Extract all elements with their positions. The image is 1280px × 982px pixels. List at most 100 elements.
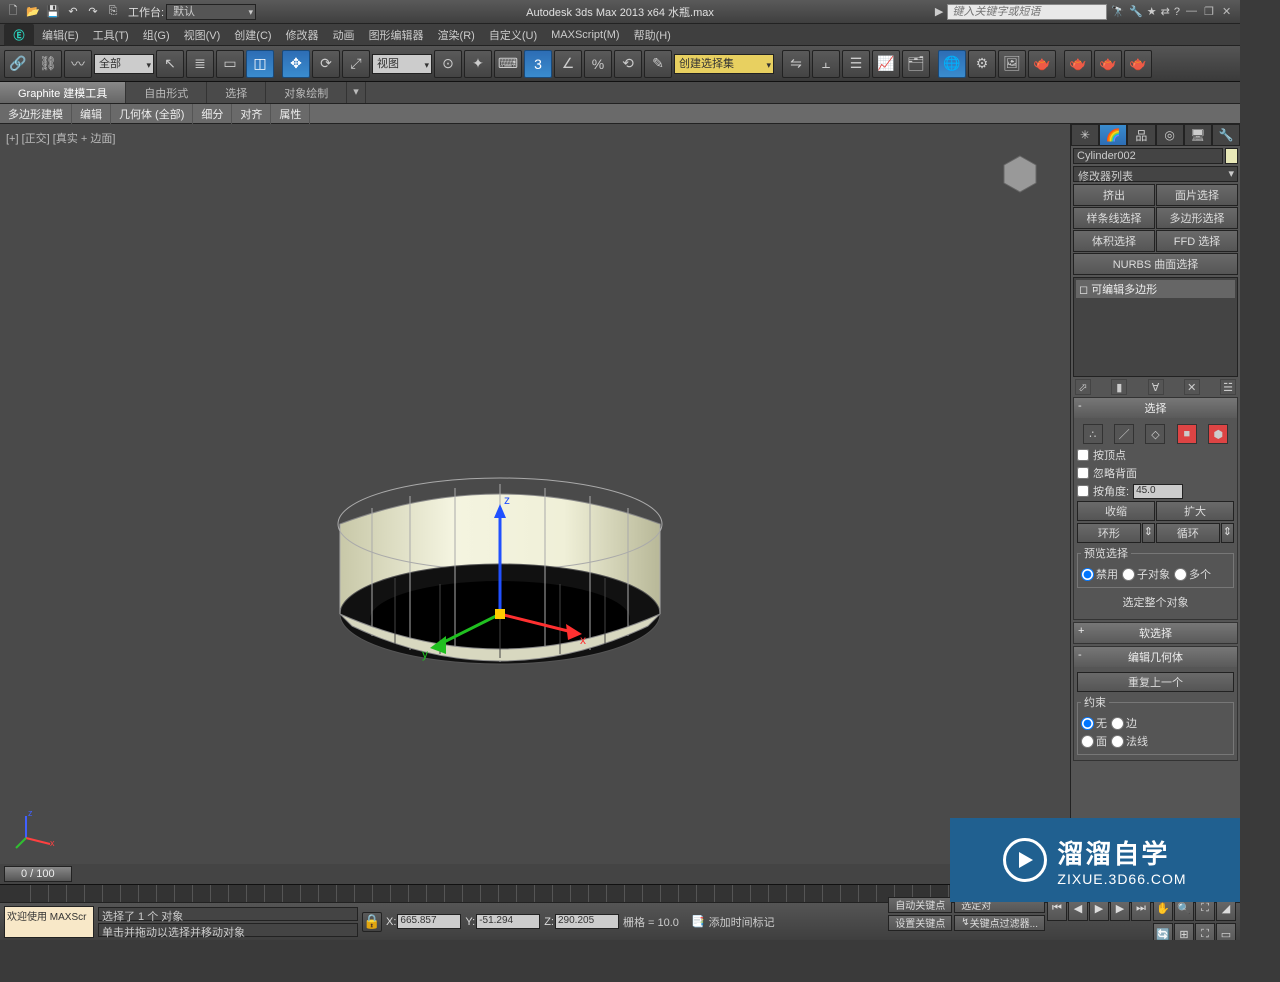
radio-disable[interactable]: 禁用 [1081, 566, 1118, 582]
edit-named-sel-icon[interactable]: ✎ [644, 50, 672, 78]
btn-spline-select[interactable]: 样条线选择 [1073, 207, 1155, 229]
remove-modifier-icon[interactable]: ✕ [1184, 379, 1200, 395]
coord-y-value[interactable]: -51.294 [476, 914, 540, 929]
object-color-swatch[interactable] [1225, 148, 1238, 164]
configure-sets-icon[interactable]: ☱ [1220, 379, 1236, 395]
wrench-icon[interactable]: 🔧 [1129, 5, 1143, 18]
time-tag-icon[interactable]: 📑 [691, 915, 705, 928]
radio-constraint-none[interactable]: 无 [1081, 715, 1107, 731]
close-icon[interactable]: ✕ [1222, 5, 1236, 19]
play-icon[interactable]: ▶ [935, 5, 943, 18]
time-slider[interactable]: 0 / 100 [0, 864, 1070, 884]
exchange-icon[interactable]: ⇄ [1161, 5, 1170, 18]
teapot-quick-icon[interactable]: 🫖 [1094, 50, 1122, 78]
menu-animation[interactable]: 动画 [327, 25, 361, 45]
radio-subobj[interactable]: 子对象 [1122, 566, 1170, 582]
lock-selection-icon[interactable]: 🔒 [362, 912, 382, 932]
time-slider-knob[interactable]: 0 / 100 [4, 866, 72, 882]
snap-toggle-icon[interactable]: 3 [524, 50, 552, 78]
teapot-render-icon[interactable]: 🫖 [1064, 50, 1092, 78]
menu-group[interactable]: 组(G) [137, 25, 176, 45]
select-region-icon[interactable]: ▭ [216, 50, 244, 78]
tab-utilities-icon[interactable]: 🔧 [1212, 124, 1240, 146]
rollout-soft-header[interactable]: +软选择 [1074, 623, 1237, 643]
align-icon[interactable]: ⫠ [812, 50, 840, 78]
link-tool-icon[interactable]: 🔗 [4, 50, 32, 78]
tab-objectpaint[interactable]: 对象绘制 [266, 82, 347, 103]
subobj-polygon-icon[interactable]: ■ [1177, 424, 1197, 444]
menu-grapheditors[interactable]: 图形编辑器 [363, 25, 430, 45]
radio-multi[interactable]: 多个 [1174, 566, 1211, 582]
workspace-dropdown[interactable]: 默认 [166, 4, 256, 20]
tab-modify-icon[interactable]: 🌈 [1099, 124, 1127, 146]
rollout-selection-header[interactable]: -选择 [1074, 398, 1237, 418]
menu-customize[interactable]: 自定义(U) [483, 25, 543, 45]
subobj-edge-icon[interactable]: ／ [1114, 424, 1134, 444]
chk-by-vertex[interactable]: 按顶点 [1077, 447, 1234, 463]
btn-grow[interactable]: 扩大 [1156, 501, 1234, 521]
angle-snap-icon[interactable]: ∠ [554, 50, 582, 78]
unlink-tool-icon[interactable]: ⛓ [34, 50, 62, 78]
show-end-result-icon[interactable]: ▮ [1111, 379, 1127, 395]
pin-stack-icon[interactable]: ⬀ [1075, 379, 1091, 395]
tab-create-icon[interactable]: ✳ [1071, 124, 1099, 146]
coord-x-value[interactable]: 665.857 [397, 914, 461, 929]
rotate-tool-icon[interactable]: ⟳ [312, 50, 340, 78]
bind-spacewarp-icon[interactable]: 〰 [64, 50, 92, 78]
tab-selection[interactable]: 选择 [207, 82, 266, 103]
subobj-border-icon[interactable]: ◇ [1145, 424, 1165, 444]
menu-views[interactable]: 视图(V) [178, 25, 227, 45]
undo-icon[interactable]: ↶ [64, 3, 82, 21]
panel-polymodel[interactable]: 多边形建模 [0, 104, 72, 124]
chk-by-angle[interactable]: 按角度: 45.0 [1077, 483, 1234, 499]
subobj-element-icon[interactable]: ⬢ [1208, 424, 1228, 444]
subobj-vertex-icon[interactable]: ∴ [1083, 424, 1103, 444]
material-editor-icon[interactable]: 🌐 [938, 50, 966, 78]
ref-coord-dropdown[interactable]: 视图 [372, 54, 432, 74]
btn-ffd-select[interactable]: FFD 选择 [1156, 230, 1238, 252]
tab-motion-icon[interactable]: ◎ [1156, 124, 1184, 146]
tab-hierarchy-icon[interactable]: 品 [1127, 124, 1155, 146]
menu-edit[interactable]: 编辑(E) [36, 25, 85, 45]
window-crossing-icon[interactable]: ◫ [246, 50, 274, 78]
rollout-editgeo-header[interactable]: -编辑几何体 [1074, 647, 1237, 667]
chk-ignore-backfacing[interactable]: 忽略背面 [1077, 465, 1234, 481]
render-frame-icon[interactable]: 🖼 [998, 50, 1026, 78]
panel-align[interactable]: 对齐 [232, 104, 271, 124]
mirror-icon[interactable]: ⇋ [782, 50, 810, 78]
btn-loop[interactable]: 循环 [1156, 523, 1220, 543]
menu-tools[interactable]: 工具(T) [87, 25, 135, 45]
restore-icon[interactable]: ❐ [1204, 5, 1218, 19]
radio-constraint-face[interactable]: 面 [1081, 733, 1107, 749]
app-menu-button[interactable]: Ⓔ [4, 24, 34, 46]
maxscript-listener[interactable]: 欢迎使用 MAXScr [4, 906, 94, 938]
help-icon[interactable]: ? [1174, 6, 1180, 18]
btn-patch-select[interactable]: 面片选择 [1156, 184, 1238, 206]
menu-create[interactable]: 创建(C) [228, 25, 277, 45]
coord-z-value[interactable]: 290.205 [555, 914, 619, 929]
modifier-list-dropdown[interactable]: 修改器列表 [1073, 166, 1238, 182]
teapot-prod-icon[interactable]: 🫖 [1124, 50, 1152, 78]
set-key-button[interactable]: 设置关键点 [888, 915, 952, 931]
auto-key-button[interactable]: 自动关键点 [888, 897, 952, 913]
btn-nurbs-select[interactable]: NURBS 曲面选择 [1073, 253, 1238, 275]
menu-modifiers[interactable]: 修改器 [280, 25, 325, 45]
minimize-icon[interactable]: — [1186, 5, 1200, 19]
named-selection-dropdown[interactable]: 创建选择集 [674, 54, 774, 74]
viewport[interactable]: [+] [正交] [真实 + 边面] [0, 124, 1070, 864]
select-object-icon[interactable]: ↖ [156, 50, 184, 78]
scale-tool-icon[interactable]: ⤢ [342, 50, 370, 78]
open-file-icon[interactable]: 📂 [24, 3, 42, 21]
selection-filter-dropdown[interactable]: 全部 [94, 54, 154, 74]
modifier-stack[interactable]: ◻ 可编辑多边形 [1073, 277, 1238, 377]
manipulate-icon[interactable]: ✦ [464, 50, 492, 78]
ribbon-expand-icon[interactable]: ▾ [347, 82, 366, 103]
link-icon[interactable]: ⎘ [104, 3, 122, 21]
save-file-icon[interactable]: 💾 [44, 3, 62, 21]
new-file-icon[interactable]: 🗋 [4, 3, 22, 21]
make-unique-icon[interactable]: ∀ [1148, 379, 1164, 395]
percent-snap-icon[interactable]: % [584, 50, 612, 78]
radio-constraint-edge[interactable]: 边 [1111, 715, 1137, 731]
move-tool-icon[interactable]: ✥ [282, 50, 310, 78]
binoculars-icon[interactable]: 🔭 [1111, 5, 1125, 18]
